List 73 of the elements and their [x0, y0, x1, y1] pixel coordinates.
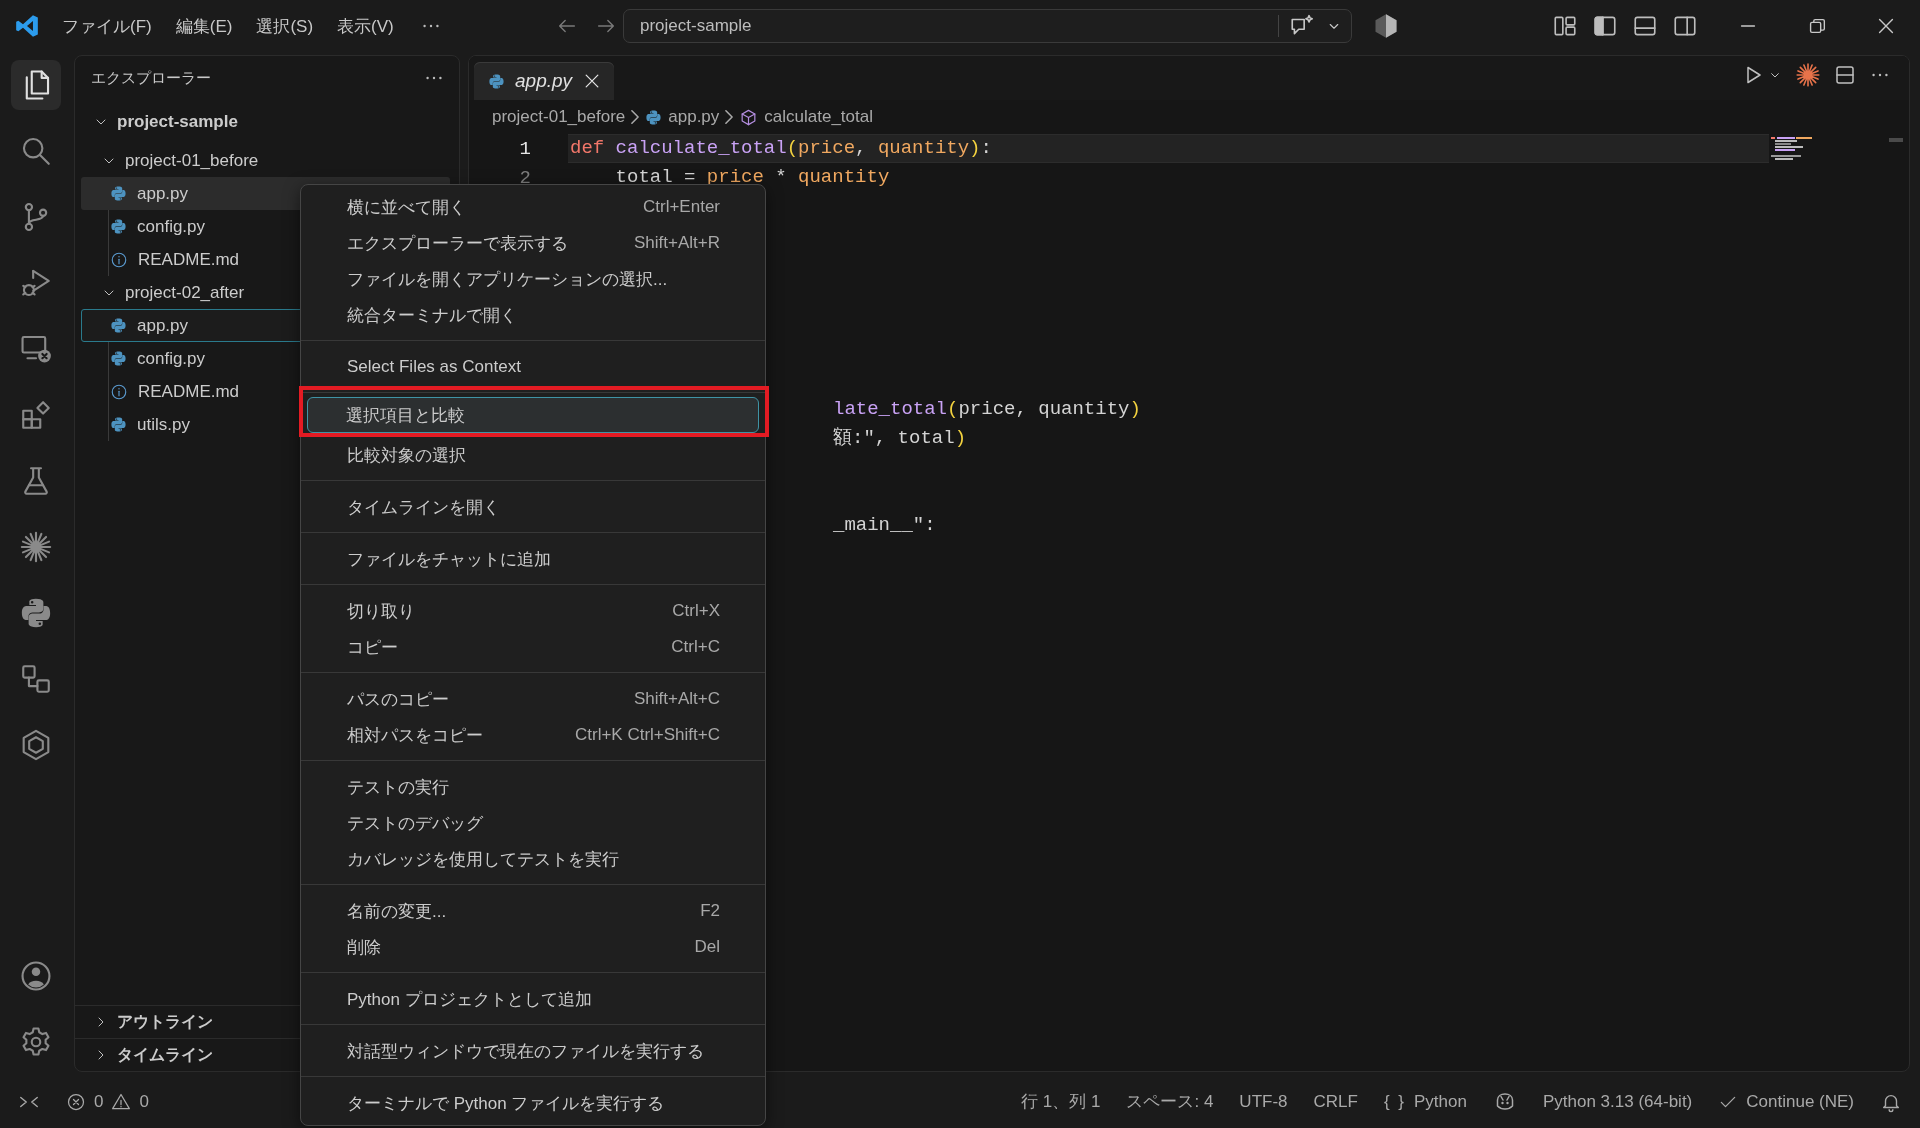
info-icon [110, 250, 128, 269]
files-button[interactable] [11, 60, 61, 110]
breadcrumb-item[interactable]: calculate_total [739, 107, 873, 127]
code-line: 額:", total) [832, 426, 967, 451]
python-file-icon [110, 317, 127, 334]
status-item[interactable]: Continue (NE) [1718, 1091, 1854, 1112]
menu-button[interactable]: 表示(V) [325, 10, 406, 42]
menu-item[interactable]: 名前の変更... F2 [308, 893, 758, 929]
breadcrumb-item[interactable]: project-01_before [492, 107, 626, 127]
menu-item[interactable]: カバレッジを使用してテストを実行 [308, 841, 758, 877]
menu-item[interactable]: ファイルをチャットに追加 [308, 541, 758, 577]
problems-status[interactable]: 0 0 [66, 1091, 149, 1112]
scrollbar-thumb[interactable] [1889, 138, 1903, 142]
shortcut-text: Del [694, 937, 720, 957]
shortcut-text: Ctrl+Enter [643, 197, 720, 217]
line-number: 2 [518, 166, 531, 189]
status-item[interactable]: CRLF [1313, 1091, 1358, 1112]
menu-item[interactable]: パスのコピー Shift+Alt+C [308, 681, 758, 717]
menu-button[interactable]: 編集(E) [163, 10, 245, 42]
menu-item[interactable]: コピー Ctrl+C [308, 629, 758, 665]
info-icon [110, 382, 128, 401]
menu-button[interactable]: 選択(S) [244, 10, 326, 42]
status-item[interactable]: UTF-8 [1239, 1091, 1288, 1112]
menu-item[interactable]: 削除 Del [308, 929, 758, 965]
sparkle-icon [19, 530, 53, 564]
account-icon[interactable] [19, 959, 53, 993]
extensions-icon [19, 398, 53, 432]
chevron-icon [725, 110, 734, 124]
python-file-icon [110, 416, 127, 433]
menu-item[interactable]: ターミナルで Python ファイルを実行する [308, 1085, 758, 1121]
code-line: total = price * quantity [614, 165, 891, 190]
folder-item[interactable]: project-sample [81, 100, 450, 144]
menu-item[interactable]: 選択項目と比較 [307, 397, 759, 433]
error-icon [66, 1091, 86, 1112]
python-file-icon [110, 218, 127, 235]
line-number: 1 [518, 137, 531, 160]
chevron-icon [631, 110, 640, 124]
breadcrumb-item[interactable]: app.py [645, 107, 720, 127]
python-file-icon [488, 72, 505, 90]
menu-item[interactable]: 比較対象の選択 [308, 437, 758, 473]
shortcut-text: F2 [700, 901, 720, 921]
panel-title: エクスプローラー [91, 68, 211, 88]
status-item[interactable]: 行 1、列 1 [1021, 1090, 1101, 1113]
warning-icon [111, 1091, 132, 1112]
app-logo-icon [14, 13, 40, 39]
shortcut-text: Ctrl+C [671, 637, 720, 657]
shortcut-text: Shift+Alt+C [634, 689, 720, 709]
python-file-icon [110, 185, 127, 202]
language-status[interactable]: { } Python [1383, 1091, 1467, 1112]
menu-item[interactable]: エクスプローラーで表示する Shift+Alt+R [308, 225, 758, 261]
menu-item[interactable]: テストのデバッグ [308, 805, 758, 841]
menu-item[interactable]: ファイルを開くアプリケーションの選択... [308, 261, 758, 297]
code-line: late_total(price, quantity) [832, 397, 1141, 422]
shortcut-text: Shift+Alt+R [634, 233, 720, 253]
status-item[interactable]: Python 3.13 (64-bit) [1542, 1091, 1693, 1112]
python-file-icon [645, 108, 663, 126]
editor-tab[interactable]: app.py [474, 62, 615, 100]
status-item[interactable]: スペース: 4 [1126, 1090, 1214, 1113]
menu-item[interactable]: 切り取り Ctrl+X [308, 593, 758, 629]
command-center[interactable]: project-sample [623, 9, 1352, 43]
diagram-icon [19, 662, 53, 696]
code-line: _main__": [832, 513, 936, 538]
menu-item[interactable]: 相対パスをコピー Ctrl+K Ctrl+Shift+C [308, 717, 758, 753]
python-icon [19, 596, 53, 630]
menu-item[interactable]: タイムラインを開く [308, 489, 758, 525]
menu-button[interactable]: ファイル(F) [50, 10, 164, 42]
sparkle-icon[interactable] [1795, 62, 1821, 88]
split-editor-icon[interactable] [1833, 63, 1857, 87]
folder-item[interactable]: project-01_before [81, 144, 450, 177]
menu-item[interactable]: テストの実行 [308, 769, 758, 805]
shortcut-text: Ctrl+K Ctrl+Shift+C [575, 725, 720, 745]
python-file-icon [110, 350, 127, 367]
shortcut-text: Ctrl+X [672, 601, 720, 621]
